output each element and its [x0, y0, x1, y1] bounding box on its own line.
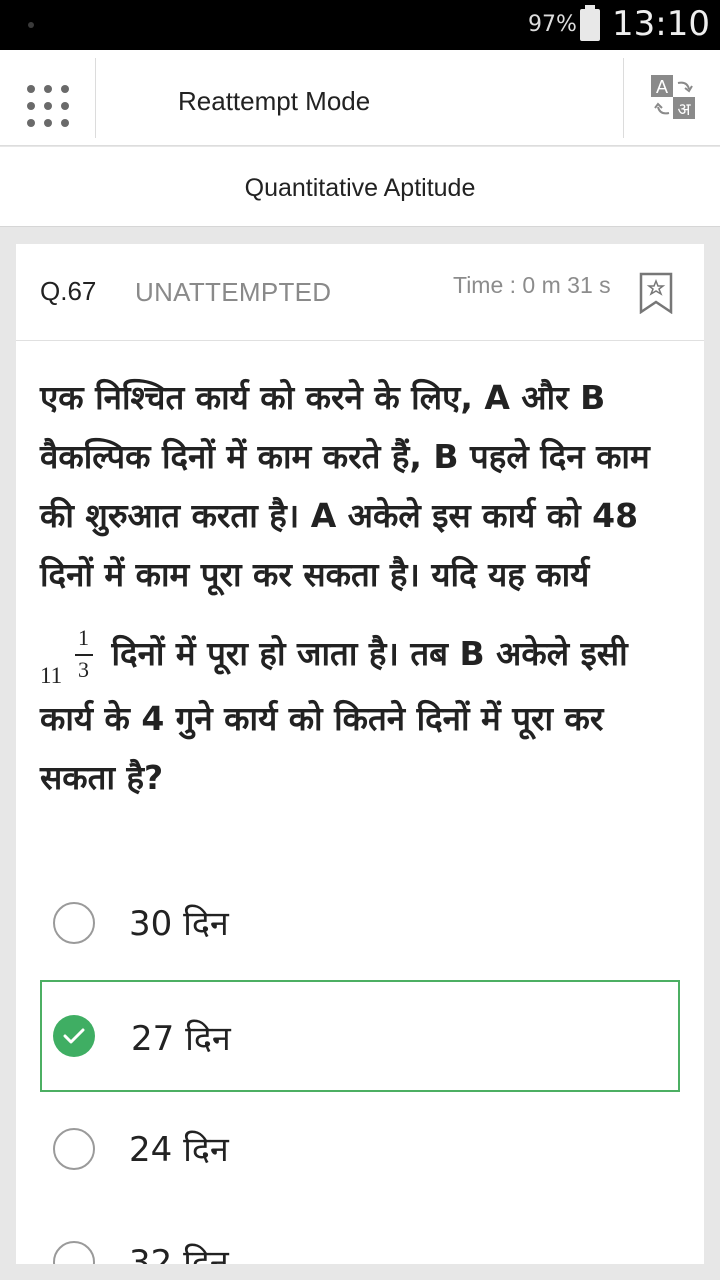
- mixed-fraction: 11 1 3: [40, 625, 100, 688]
- app-bar: Reattempt Mode A अ: [0, 50, 720, 146]
- option-label: 32 दिन: [129, 1243, 229, 1264]
- option-label: 30 दिन: [129, 904, 229, 944]
- clock: 13:10: [612, 4, 710, 44]
- option-label: 24 दिन: [129, 1130, 229, 1170]
- option-4[interactable]: 32 दिन: [40, 1206, 680, 1264]
- page-title: Reattempt Mode: [178, 86, 371, 116]
- battery-percent: 97%: [528, 12, 577, 37]
- option-2-correct[interactable]: 27 दिन: [40, 980, 680, 1092]
- question-text: एक निश्चित कार्य को करने के लिए, A और B …: [40, 368, 680, 807]
- option-1[interactable]: 30 दिन: [40, 867, 680, 979]
- question-line: की शुरुआत करता है। A अकेले इस कार्य को 4…: [40, 496, 639, 535]
- question-line: कार्य के 4 गुने कार्य को कितने दिनों में…: [40, 699, 604, 738]
- question-timer: Time : 0 m 31 s: [453, 272, 611, 298]
- question-line: एक निश्चित कार्य को करने के लिए, A और B: [40, 378, 606, 417]
- question-line: दिनों में काम पूरा कर सकता है। यदि यह का…: [40, 555, 590, 594]
- radio-icon[interactable]: [53, 1241, 95, 1264]
- question-line: वैकल्पिक दिनों में काम करते हैं, B पहले …: [40, 437, 650, 476]
- translate-icon: A अ: [651, 75, 695, 120]
- option-3[interactable]: 24 दिन: [40, 1093, 680, 1205]
- svg-text:अ: अ: [678, 100, 692, 120]
- subject-title: Quantitative Aptitude: [244, 174, 476, 202]
- question-number: Q.67: [40, 276, 97, 306]
- svg-text:A: A: [656, 77, 668, 97]
- question-card: Q.67 UNATTEMPTED Time : 0 m 31 s एक निश्…: [16, 244, 704, 1264]
- radio-icon[interactable]: [53, 902, 95, 944]
- checkmark-circle-icon[interactable]: [53, 1015, 95, 1057]
- language-toggle-button[interactable]: A अ: [623, 58, 720, 138]
- bookmark-star-icon[interactable]: [639, 272, 673, 314]
- option-label: 27 दिन: [131, 1019, 231, 1059]
- question-header: Q.67 UNATTEMPTED Time : 0 m 31 s: [16, 244, 704, 341]
- question-status: UNATTEMPTED: [135, 277, 332, 307]
- question-line: दिनों में पूरा हो जाता है। तब B अकेले इस…: [111, 634, 628, 673]
- question-fraction-line: 11 1 3 दिनों में पूरा हो जाता है। तब B अ…: [40, 624, 680, 689]
- subject-bar: Quantitative Aptitude: [0, 147, 720, 227]
- status-bar: 97% 13:10: [0, 0, 720, 50]
- menu-button[interactable]: [0, 58, 96, 138]
- grid-menu-icon: [27, 85, 69, 127]
- battery-icon: [580, 5, 600, 41]
- question-line: सकता है?: [40, 758, 164, 797]
- radio-icon[interactable]: [53, 1128, 95, 1170]
- notification-dot: [28, 22, 34, 28]
